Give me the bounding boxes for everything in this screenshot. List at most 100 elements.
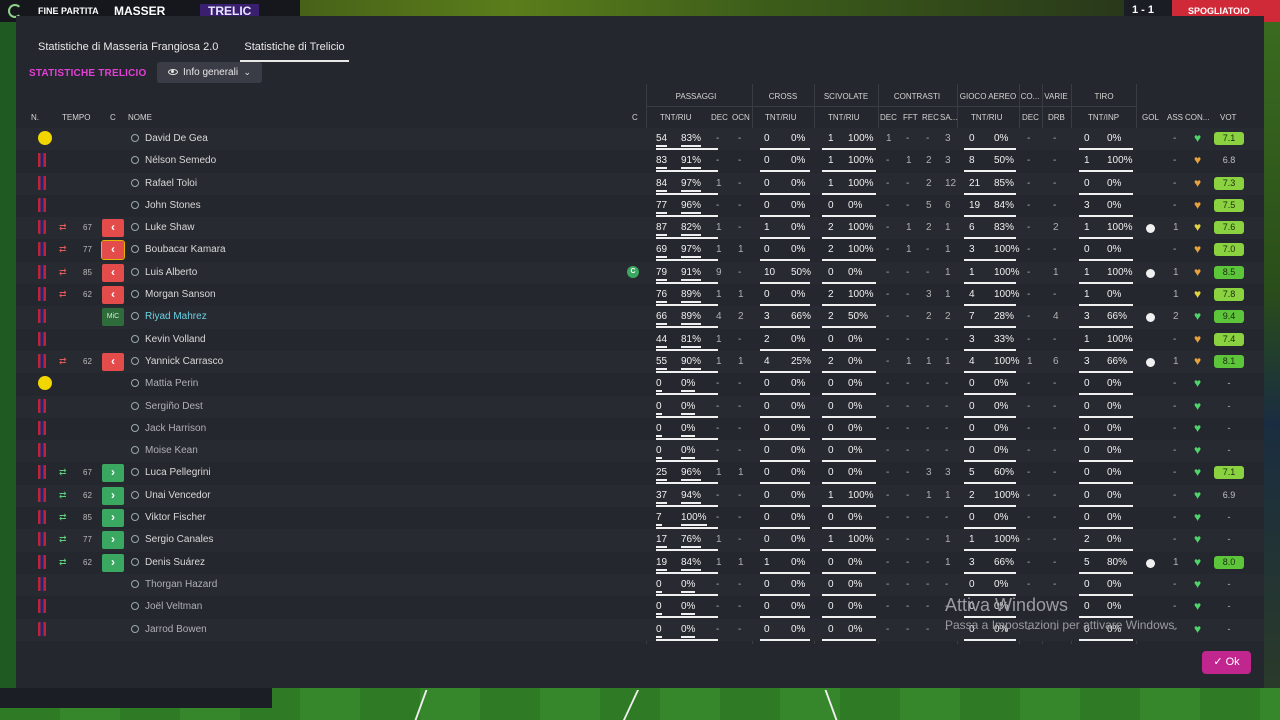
col-header-tiro-tnt[interactable]: TNT/INP (1088, 113, 1119, 122)
assists: - (1173, 534, 1177, 546)
col-header-drb[interactable]: DRB (1048, 113, 1065, 122)
aerial-attempted: 0 (969, 512, 975, 524)
col-header-con-dec[interactable]: DEC (880, 113, 897, 122)
player-name[interactable]: Jack Harrison (131, 423, 206, 434)
table-row[interactable]: Jack Harrison 0 0% - - 0 0% 0 0% - - - - 0 0% - - 0 0% - ♥ - (16, 417, 1264, 441)
table-row[interactable]: ⇄ 67 › Luca Pellegrini 25 96% 1 1 0 0% 0 0% - - 3 3 5 60%… (16, 462, 1264, 485)
table-row[interactable]: David De Gea 54 83% - - 0 0% 1 100% 1 - - 3 0 0% - - 0 0% -… (16, 128, 1264, 151)
passes-completion: 100% (681, 512, 707, 527)
player-name[interactable]: John Stones (131, 200, 201, 211)
col-header-con[interactable]: CON... (1185, 113, 1209, 122)
co-dec: - (1027, 378, 1031, 390)
table-row[interactable]: Joël Veltman 0 0% - -0 0% 0 0% - - - -0 0% - -0 0% - ♥ - (16, 596, 1264, 619)
table-row[interactable]: Nélson Semedo 83 91% - -0 0% 1 100% -1 2 3 8 50% - -1 1… (16, 150, 1264, 173)
player-name[interactable]: Luke Shaw (131, 222, 194, 233)
table-row[interactable]: MiC Riyad Mahrez 66 89% 4 2 3 66% 2 50% - -2 2 7 28% -4… (16, 306, 1264, 329)
col-header-cross-tnt[interactable]: TNT/RIU (765, 113, 797, 122)
player-name[interactable]: Viktor Fischer (131, 512, 206, 523)
shots-attempted: 0 (1084, 378, 1090, 390)
table-row[interactable]: ⇄ 85 › Viktor Fischer 7 100% - -0 0% 0 0% - - - -0 0% - -… (16, 507, 1264, 530)
passes-ocn: - (738, 422, 742, 434)
aerial-completion: 100% (994, 489, 1020, 501)
player-name[interactable]: Luca Pellegrini (131, 467, 211, 478)
chevron-left-icon[interactable]: ‹ (102, 286, 124, 305)
player-name[interactable]: Riyad Mahrez (131, 311, 207, 322)
chevron-right-icon[interactable]: › (102, 509, 124, 528)
table-row[interactable]: ⇄ 77 ‹ Boubacar Kamara 69 97% 1 1 0 0% 2 100% -1-1 3 1… (16, 239, 1264, 262)
player-name[interactable]: Mattia Perin (131, 378, 198, 389)
player-name[interactable]: Jarrod Bowen (131, 624, 207, 635)
col-header-pas-ocn[interactable]: OCN (732, 113, 750, 122)
table-row[interactable]: Moise Kean 0 0% - - 0 0% 0 0% - - - - 0 0% - - 0 0% - ♥ - (16, 440, 1264, 463)
table-row[interactable]: ⇄ 62 › Unai Vencedor 37 94% - -0 0% 1 100% - -1 1 2 100… (16, 484, 1264, 508)
table-row[interactable]: ⇄ 62 ‹ Morgan Sanson 76 89% 1 1 0 0% 2 100% - -3 1 4 100… (16, 284, 1264, 307)
challenges-rec: 2 (926, 222, 932, 234)
col-header-pas-dec[interactable]: DEC (711, 113, 728, 122)
player-name[interactable]: Unai Vencedor (131, 490, 211, 501)
chevron-right-icon[interactable]: › (102, 531, 124, 550)
col-header-tempo[interactable]: TEMPO (62, 113, 90, 122)
challenges-fft: - (906, 601, 910, 613)
col-header-num[interactable]: N. (31, 113, 39, 122)
player-name[interactable]: Rafael Toloi (131, 178, 197, 189)
col-header-con-rec[interactable]: REC (922, 113, 939, 122)
tab-trelicio-stats[interactable]: Statistiche di Trelicio (240, 38, 349, 62)
player-profile-icon (131, 200, 139, 209)
ok-button[interactable]: ✓ Ok (1202, 651, 1251, 674)
player-name[interactable]: Luis Alberto (131, 267, 197, 278)
table-row[interactable]: Thorgan Hazard 0 0% - - 0 0% 0 0% - - - - 0 0% - - 0 0% - ♥ - (16, 573, 1264, 597)
col-header-con-fft[interactable]: FFT (903, 113, 918, 122)
kit-icon (38, 153, 46, 168)
chevron-right-icon[interactable]: › (102, 464, 124, 483)
table-row[interactable]: Sergiño Dest 0 0% - - 0 0% 0 0% - - - - 0 0% - - 0 0% - ♥ - (16, 395, 1264, 418)
table-row[interactable]: Kevin Volland 44 81% 1-2 0% 0 0% - - - -3 33% - -1 100… (16, 328, 1264, 351)
col-header-vot[interactable]: VOT (1220, 113, 1236, 122)
chevron-right-icon[interactable]: › (102, 553, 124, 572)
table-row[interactable]: Rafael Toloi 84 97% 1-0 0% 1 100% - -2 12 21 85% - -0… (16, 172, 1264, 195)
table-row[interactable]: ⇄ 62 › Denis Suárez 19 84% 1 1 1 0% 0 0% - - -1 3 66% - -5… (16, 551, 1264, 574)
aerial-attempted: 1 (969, 534, 975, 546)
tab-masseria-stats[interactable]: Statistiche di Masseria Frangiosa 2.0 (38, 38, 218, 62)
position-badge[interactable]: MiC (102, 308, 124, 327)
player-name[interactable]: Denis Suárez (131, 557, 205, 568)
sub-in-icon: ⇄ (59, 489, 67, 500)
chevron-left-icon[interactable]: ‹ (101, 240, 125, 261)
col-header-con-sa[interactable]: SA... (940, 113, 957, 122)
player-name[interactable]: Joël Veltman (131, 601, 202, 612)
passes-ocn: - (738, 534, 742, 546)
player-name[interactable]: Morgan Sanson (131, 289, 216, 300)
co-dec: - (1027, 489, 1031, 501)
challenges-rec: 1 (926, 355, 932, 367)
table-row[interactable]: ⇄ 62 ‹ Yannick Carrasco 55 90% 1 1 4 25% 2 0% - 1 1 1 4 1… (16, 350, 1264, 374)
col-header-co-dec[interactable]: DEC (1022, 113, 1039, 122)
player-name[interactable]: David De Gea (131, 133, 208, 144)
col-header-gol[interactable]: GOL (1142, 113, 1159, 122)
player-name[interactable]: Yannick Carrasco (131, 356, 223, 367)
col-header-pas-tnt[interactable]: TNT/RIU (660, 113, 692, 122)
col-header-cap[interactable]: C (632, 113, 638, 122)
player-profile-icon (131, 334, 139, 343)
player-name[interactable]: Boubacar Kamara (131, 244, 226, 255)
player-name[interactable]: Thorgan Hazard (131, 579, 217, 590)
table-row[interactable]: ⇄ 77 › Sergio Canales 17 76% 1-0 0% 1 100% - - -1 1 10… (16, 529, 1264, 552)
view-dropdown[interactable]: Info generali ⌄ (157, 62, 262, 83)
col-header-c[interactable]: C (110, 113, 116, 122)
player-name[interactable]: Kevin Volland (131, 334, 206, 345)
chevron-left-icon[interactable]: ‹ (102, 352, 124, 371)
player-name[interactable]: Nélson Semedo (131, 155, 216, 166)
chevron-left-icon[interactable]: ‹ (102, 219, 124, 238)
col-header-ass[interactable]: ASS (1167, 113, 1183, 122)
col-header-sciv-tnt[interactable]: TNT/RIU (828, 113, 860, 122)
table-row[interactable]: John Stones 77 96% - -0 0% 0 0% - -5 6 19 84% - -3 0% - ♥… (16, 194, 1264, 218)
player-name[interactable]: Sergio Canales (131, 534, 213, 545)
player-name[interactable]: Sergiño Dest (131, 401, 203, 412)
col-header-nome[interactable]: NOME (128, 113, 152, 122)
chevron-right-icon[interactable]: › (102, 486, 124, 505)
col-header-aereo-tnt[interactable]: TNT/RIU (971, 113, 1003, 122)
chevron-left-icon[interactable]: ‹ (102, 263, 124, 282)
player-name[interactable]: Moise Kean (131, 445, 198, 456)
player-profile-icon (131, 602, 139, 611)
table-row[interactable]: ⇄ 67 ‹ Luke Shaw 87 82% 1-1 0% 2 100% -1 2 1 6 83% -2 1 1… (16, 217, 1264, 240)
table-row[interactable]: ⇄ 85 ‹ Luis Alberto C 79 91% 9 - 10 50% 0 0% - - - 1 1 100… (16, 261, 1264, 285)
table-row[interactable]: Mattia Perin 0 0% - - 0 0% 0 0% - - - - 0 0% - - 0 0% - ♥ - (16, 373, 1264, 396)
